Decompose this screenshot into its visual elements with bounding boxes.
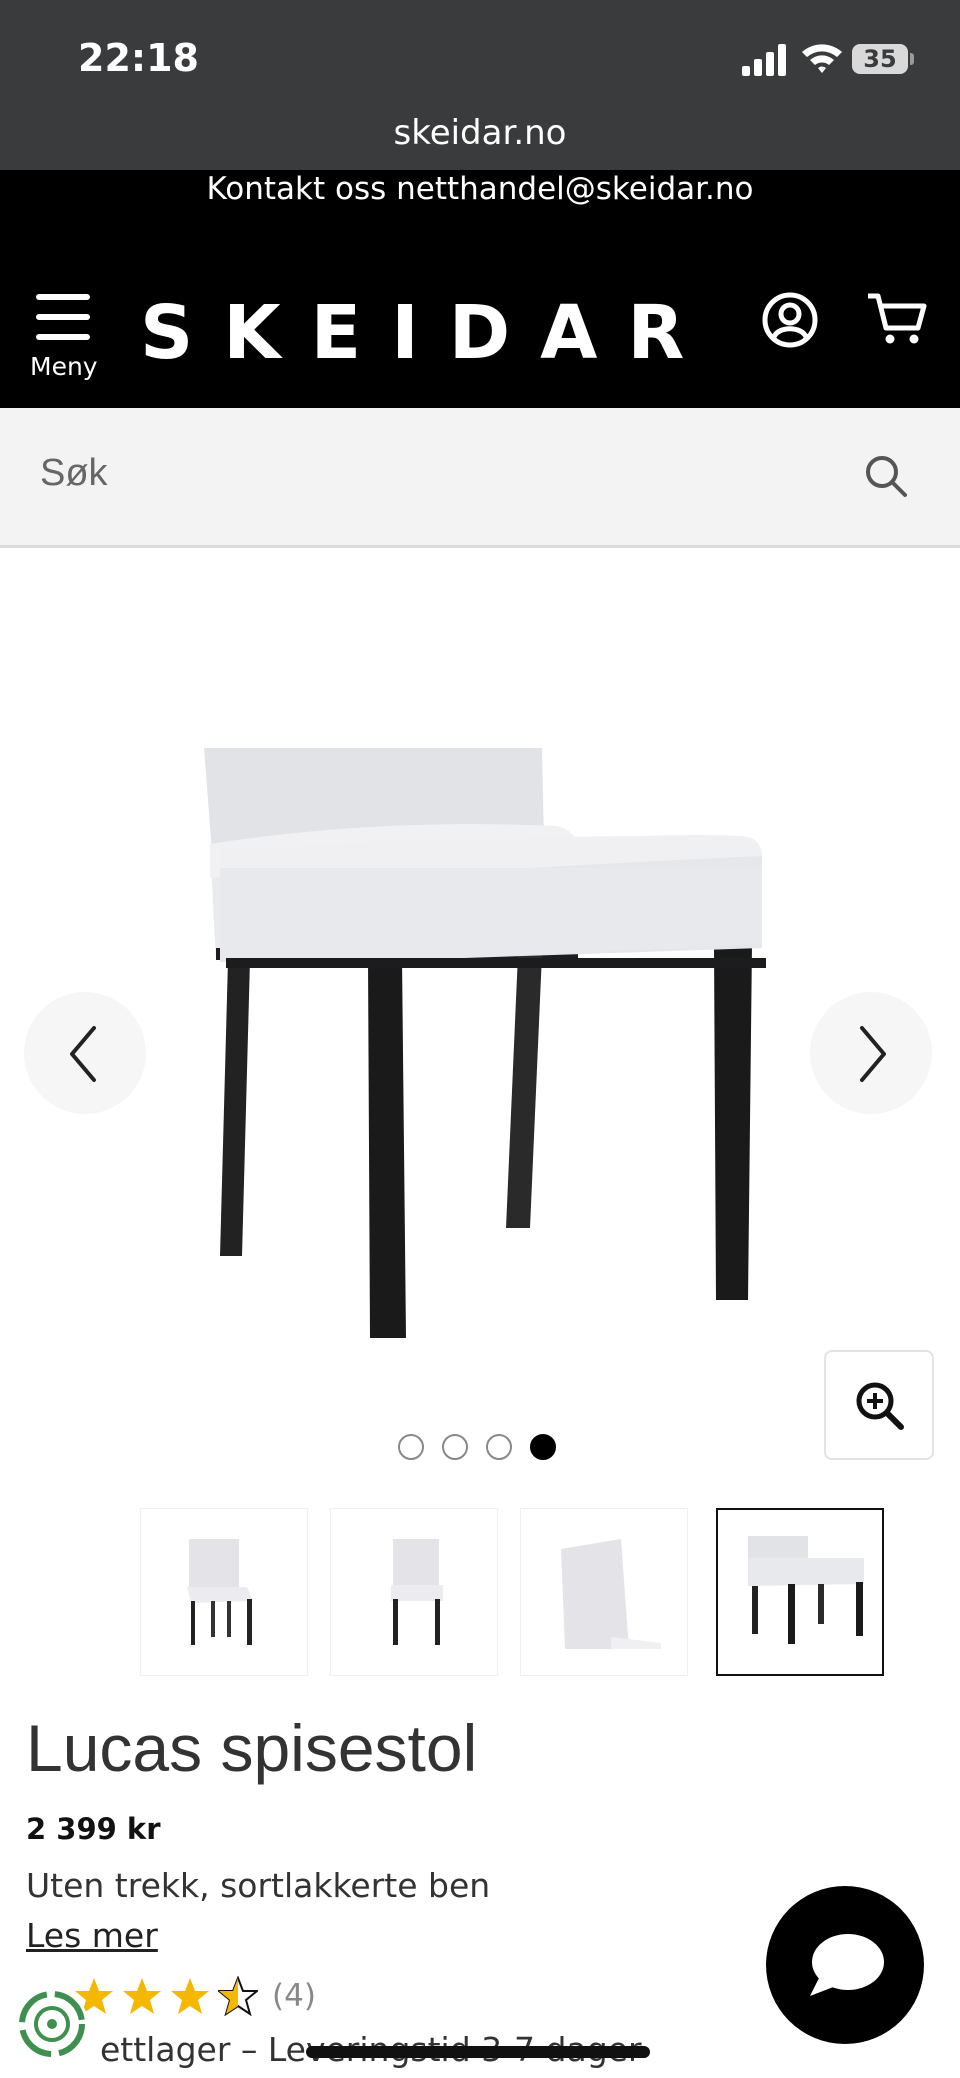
url-bar[interactable]: skeidar.no <box>0 108 960 170</box>
chair-thumbnail-image <box>561 1539 661 1649</box>
product-image[interactable] <box>196 748 770 1338</box>
menu-button[interactable]: Meny <box>28 294 108 386</box>
chat-bubble-icon <box>810 1934 884 1996</box>
logo[interactable]: SKEIDAR <box>140 290 714 376</box>
thumbnail-1[interactable] <box>140 1508 308 1676</box>
chair-thumbnail-image <box>187 1539 253 1645</box>
contact-text[interactable]: Kontakt oss netthandel@skeidar.no <box>206 171 753 207</box>
site-header: Meny SKEIDAR <box>0 230 960 408</box>
next-image-button[interactable] <box>810 992 932 1114</box>
hamburger-icon-bar <box>36 314 90 320</box>
account-icon[interactable] <box>762 292 818 348</box>
thumbnail-4[interactable] <box>716 1508 884 1676</box>
chair-thumbnail-image <box>748 1536 864 1644</box>
star-icon <box>123 1978 161 2014</box>
product-title: Lucas spisestol <box>26 1711 478 1785</box>
product-price: 2 399 kr <box>26 1812 161 1846</box>
product-gallery <box>0 552 960 1492</box>
thumbnail-2[interactable] <box>330 1508 498 1676</box>
chair-thumbnail-image <box>391 1539 443 1645</box>
product-variant: Uten trekk, sortlakkerte ben <box>26 1866 491 1905</box>
chevron-left-icon <box>70 1026 96 1082</box>
status-bar: 22:18 35 <box>0 0 960 120</box>
battery-icon: 35 <box>852 44 908 74</box>
slide-dot-active[interactable] <box>530 1434 556 1460</box>
search-icon[interactable] <box>864 454 908 498</box>
menu-label: Meny <box>30 352 98 381</box>
chat-button[interactable] <box>766 1886 924 2044</box>
signal-icon <box>742 44 786 76</box>
chevron-right-icon <box>860 1026 886 1082</box>
read-more-link[interactable]: Les mer <box>26 1916 158 1955</box>
previous-image-button[interactable] <box>24 992 146 1114</box>
slide-dot[interactable] <box>442 1434 468 1460</box>
hamburger-icon-bar <box>36 334 90 340</box>
zoom-in-icon <box>856 1382 904 1430</box>
half-star-icon <box>218 1976 258 2016</box>
cart-icon[interactable] <box>866 292 928 346</box>
status-time: 22:18 <box>78 36 199 80</box>
review-count: (4) <box>272 1978 316 2014</box>
search-input[interactable] <box>40 438 820 508</box>
battery-tip <box>910 53 914 65</box>
zoom-button[interactable] <box>824 1350 934 1460</box>
hamburger-icon-bar <box>36 294 90 300</box>
thumbnail-3[interactable] <box>520 1508 688 1676</box>
slide-dot[interactable] <box>486 1434 512 1460</box>
home-indicator <box>306 2046 650 2058</box>
star-icon <box>171 1978 209 2014</box>
thumbnail-strip <box>140 1508 886 1676</box>
recycle-icon <box>19 1991 85 2057</box>
slide-dot[interactable] <box>398 1434 424 1460</box>
search-bar <box>0 408 960 548</box>
eco-badge[interactable] <box>16 1988 88 2060</box>
wifi-icon <box>802 44 842 73</box>
url-text: skeidar.no <box>393 113 567 153</box>
